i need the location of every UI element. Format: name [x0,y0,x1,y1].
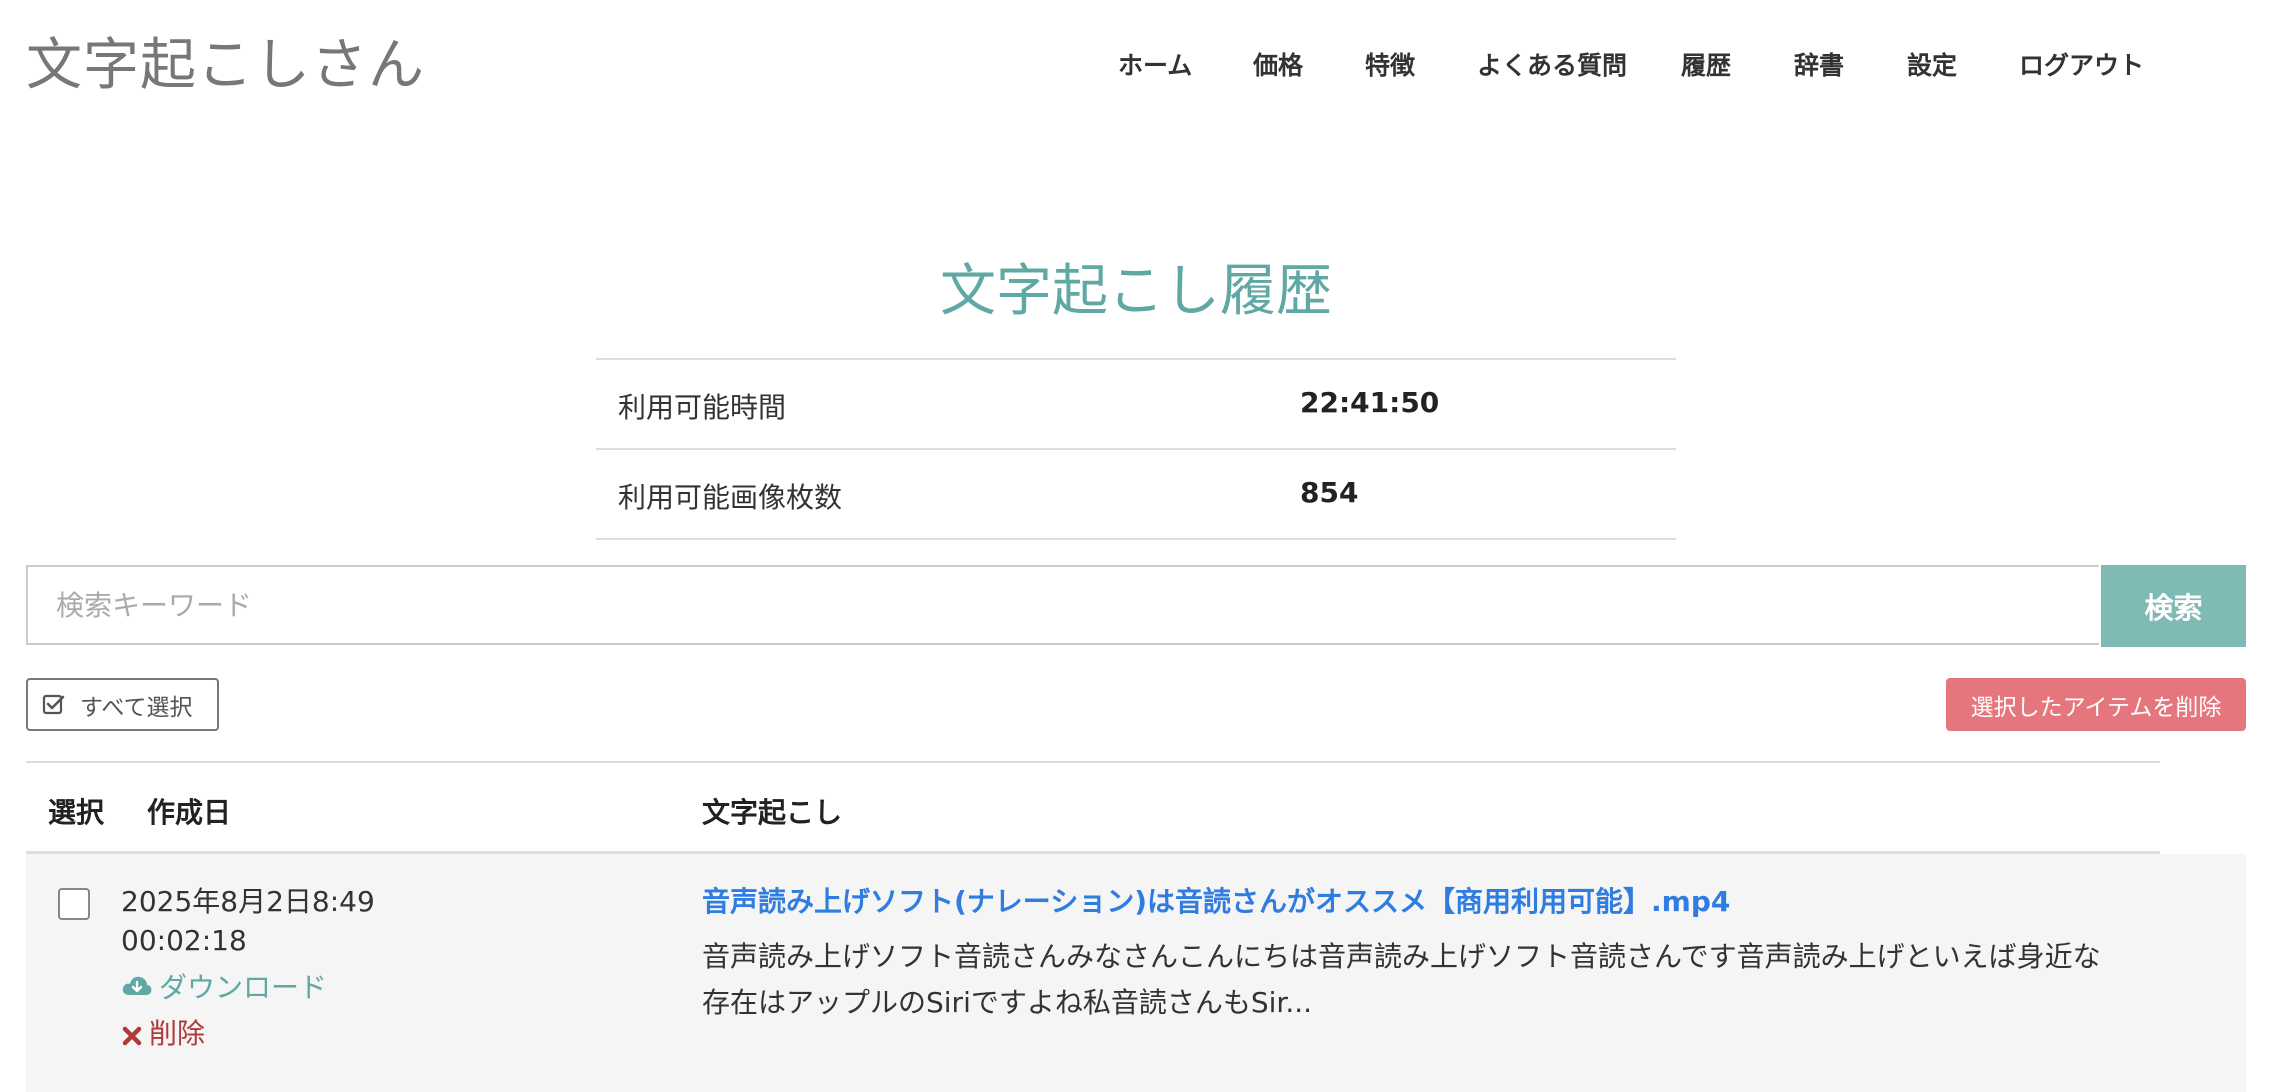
column-header-created: 作成日 [147,796,232,829]
select-all-label: すべて選択 [80,694,193,721]
search-input[interactable] [26,565,2099,645]
nav-faq[interactable]: よくある質問 [1477,46,1627,82]
delete-link[interactable]: 削除 [121,1012,205,1052]
check-square-icon [42,693,66,717]
nav-features[interactable]: 特徴 [1365,46,1415,82]
download-label: ダウンロード [159,971,328,1004]
stat-label: 利用可能画像枚数 [618,481,843,514]
stat-value: 854 [1300,476,1359,509]
history-table: 選択 作成日 文字起こし [26,761,2246,1092]
column-header-transcript: 文字起こし [702,796,843,829]
stat-row-images: 利用可能画像枚数 854 [596,448,1676,540]
page-title: 文字起こし履歴 [940,259,1332,324]
table-header: 選択 作成日 文字起こし [26,761,2160,854]
delete-selected-button[interactable]: 選択したアイテムを削除 [1946,678,2246,731]
nav-dictionary[interactable]: 辞書 [1794,46,1844,82]
stat-label: 利用可能時間 [618,391,787,424]
usage-stats-table: 利用可能時間 22:41:50 利用可能画像枚数 854 [596,358,1676,540]
brand-logo[interactable]: 文字起こしさん [26,20,425,101]
duration: 00:02:18 [121,924,247,957]
search-button[interactable]: 検索 [2101,565,2246,647]
nav-pricing[interactable]: 価格 [1253,46,1303,82]
delete-label: 削除 [149,1017,206,1050]
stat-value: 22:41:50 [1300,386,1440,419]
transcript-snippet: 音声読み上げソフト音読さんみなさんこんにちは音声読み上げソフト音読さんです音声読… [702,940,2101,1019]
nav-history[interactable]: 履歴 [1681,46,1731,82]
cloud-download-icon [121,973,153,999]
row-select-checkbox[interactable] [58,888,90,920]
transcript-title-link[interactable]: 音声読み上げソフト(ナレーション)は音読さんがオススメ【商用利用可能】.mp4 [702,880,1730,920]
created-date: 2025年8月2日8:49 [121,885,375,918]
stat-row-time: 利用可能時間 22:41:50 [596,358,1676,448]
nav-home[interactable]: ホーム [1118,46,1192,82]
download-link[interactable]: ダウンロード [121,966,327,1006]
x-icon [121,1021,143,1046]
select-all-button[interactable]: すべて選択 [26,678,219,731]
nav-settings[interactable]: 設定 [1907,46,1957,82]
column-header-select: 選択 [48,796,105,829]
nav-logout[interactable]: ログアウト [2019,46,2144,82]
